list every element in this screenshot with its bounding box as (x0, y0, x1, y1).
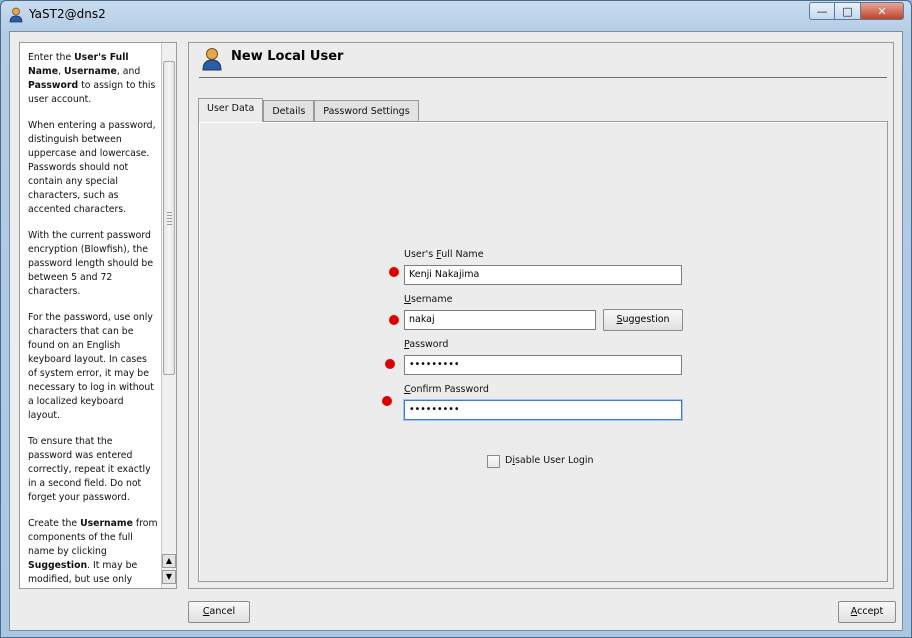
required-marker (389, 267, 399, 277)
window-title: YaST2@dns2 (29, 7, 106, 21)
maximize-icon: □ (842, 4, 853, 18)
password-input[interactable]: ••••••••• (404, 355, 682, 375)
suggestion-button[interactable]: Suggestion (603, 309, 683, 331)
required-marker (382, 396, 392, 406)
close-icon: ✕ (877, 4, 887, 18)
confirm-password-input[interactable]: ••••••••• (404, 400, 682, 420)
main-pane: New Local User User Data Details Passwor… (188, 42, 894, 589)
scroll-down-button[interactable]: ▼ (162, 570, 176, 584)
user-data-panel: User's Full Name Kenji Nakajima Username… (198, 121, 888, 582)
arrow-up-icon: ▲ (165, 556, 173, 565)
tab-details[interactable]: Details (263, 100, 315, 122)
minimize-icon: — (816, 4, 828, 18)
page-title: New Local User (231, 49, 344, 64)
help-paragraph-3: With the current password encryption (Bl… (28, 230, 154, 297)
dialog-client-area: Enter the User's Full Name, Username, an… (9, 31, 903, 631)
required-marker (389, 315, 399, 325)
title-bar[interactable]: YaST2@dns2 — □ ✕ (1, 1, 911, 29)
disable-user-login-checkbox[interactable] (487, 455, 500, 468)
disable-user-login-label[interactable]: Disable User Login (505, 455, 594, 466)
tab-bar: User Data Details Password Settings (198, 98, 419, 122)
help-paragraph-6: Create the Username from components of t… (28, 518, 158, 585)
close-button[interactable]: ✕ (861, 2, 904, 20)
help-paragraph-4: For the password, use only characters th… (28, 312, 154, 421)
minimize-button[interactable]: — (809, 2, 835, 20)
yast-window: YaST2@dns2 — □ ✕ Enter the User's Full N… (0, 0, 912, 638)
tab-user-data[interactable]: User Data (198, 98, 264, 122)
help-paragraph-2: When entering a password, distinguish be… (28, 120, 156, 215)
full-name-input[interactable]: Kenji Nakajima (404, 265, 682, 285)
password-label: Password (404, 339, 449, 350)
tab-password-settings[interactable]: Password Settings (314, 100, 419, 122)
arrow-down-icon: ▼ (165, 572, 173, 581)
help-scrollbar-thumb[interactable] (163, 61, 175, 375)
maximize-button[interactable]: □ (835, 2, 861, 20)
title-divider (199, 77, 887, 78)
full-name-label: User's Full Name (404, 249, 484, 260)
help-text: Enter the User's Full Name, Username, an… (28, 51, 158, 588)
required-marker (385, 359, 395, 369)
grip-icon (167, 212, 172, 226)
user-icon (202, 48, 222, 71)
yast-user-icon (9, 7, 23, 23)
username-label: Username (404, 294, 453, 305)
accept-button[interactable]: Accept (838, 601, 896, 623)
scroll-up-button[interactable]: ▲ (162, 554, 176, 568)
help-scrollbar[interactable]: ▲ ▼ (161, 43, 176, 588)
confirm-password-label: Confirm Password (404, 384, 489, 395)
help-pane[interactable]: Enter the User's Full Name, Username, an… (19, 42, 177, 589)
help-paragraph-1: Enter the User's Full Name, Username, an… (28, 52, 156, 105)
username-input[interactable]: nakaj (404, 310, 596, 330)
help-paragraph-5: To ensure that the password was entered … (28, 436, 151, 503)
cancel-button[interactable]: Cancel (188, 601, 250, 623)
